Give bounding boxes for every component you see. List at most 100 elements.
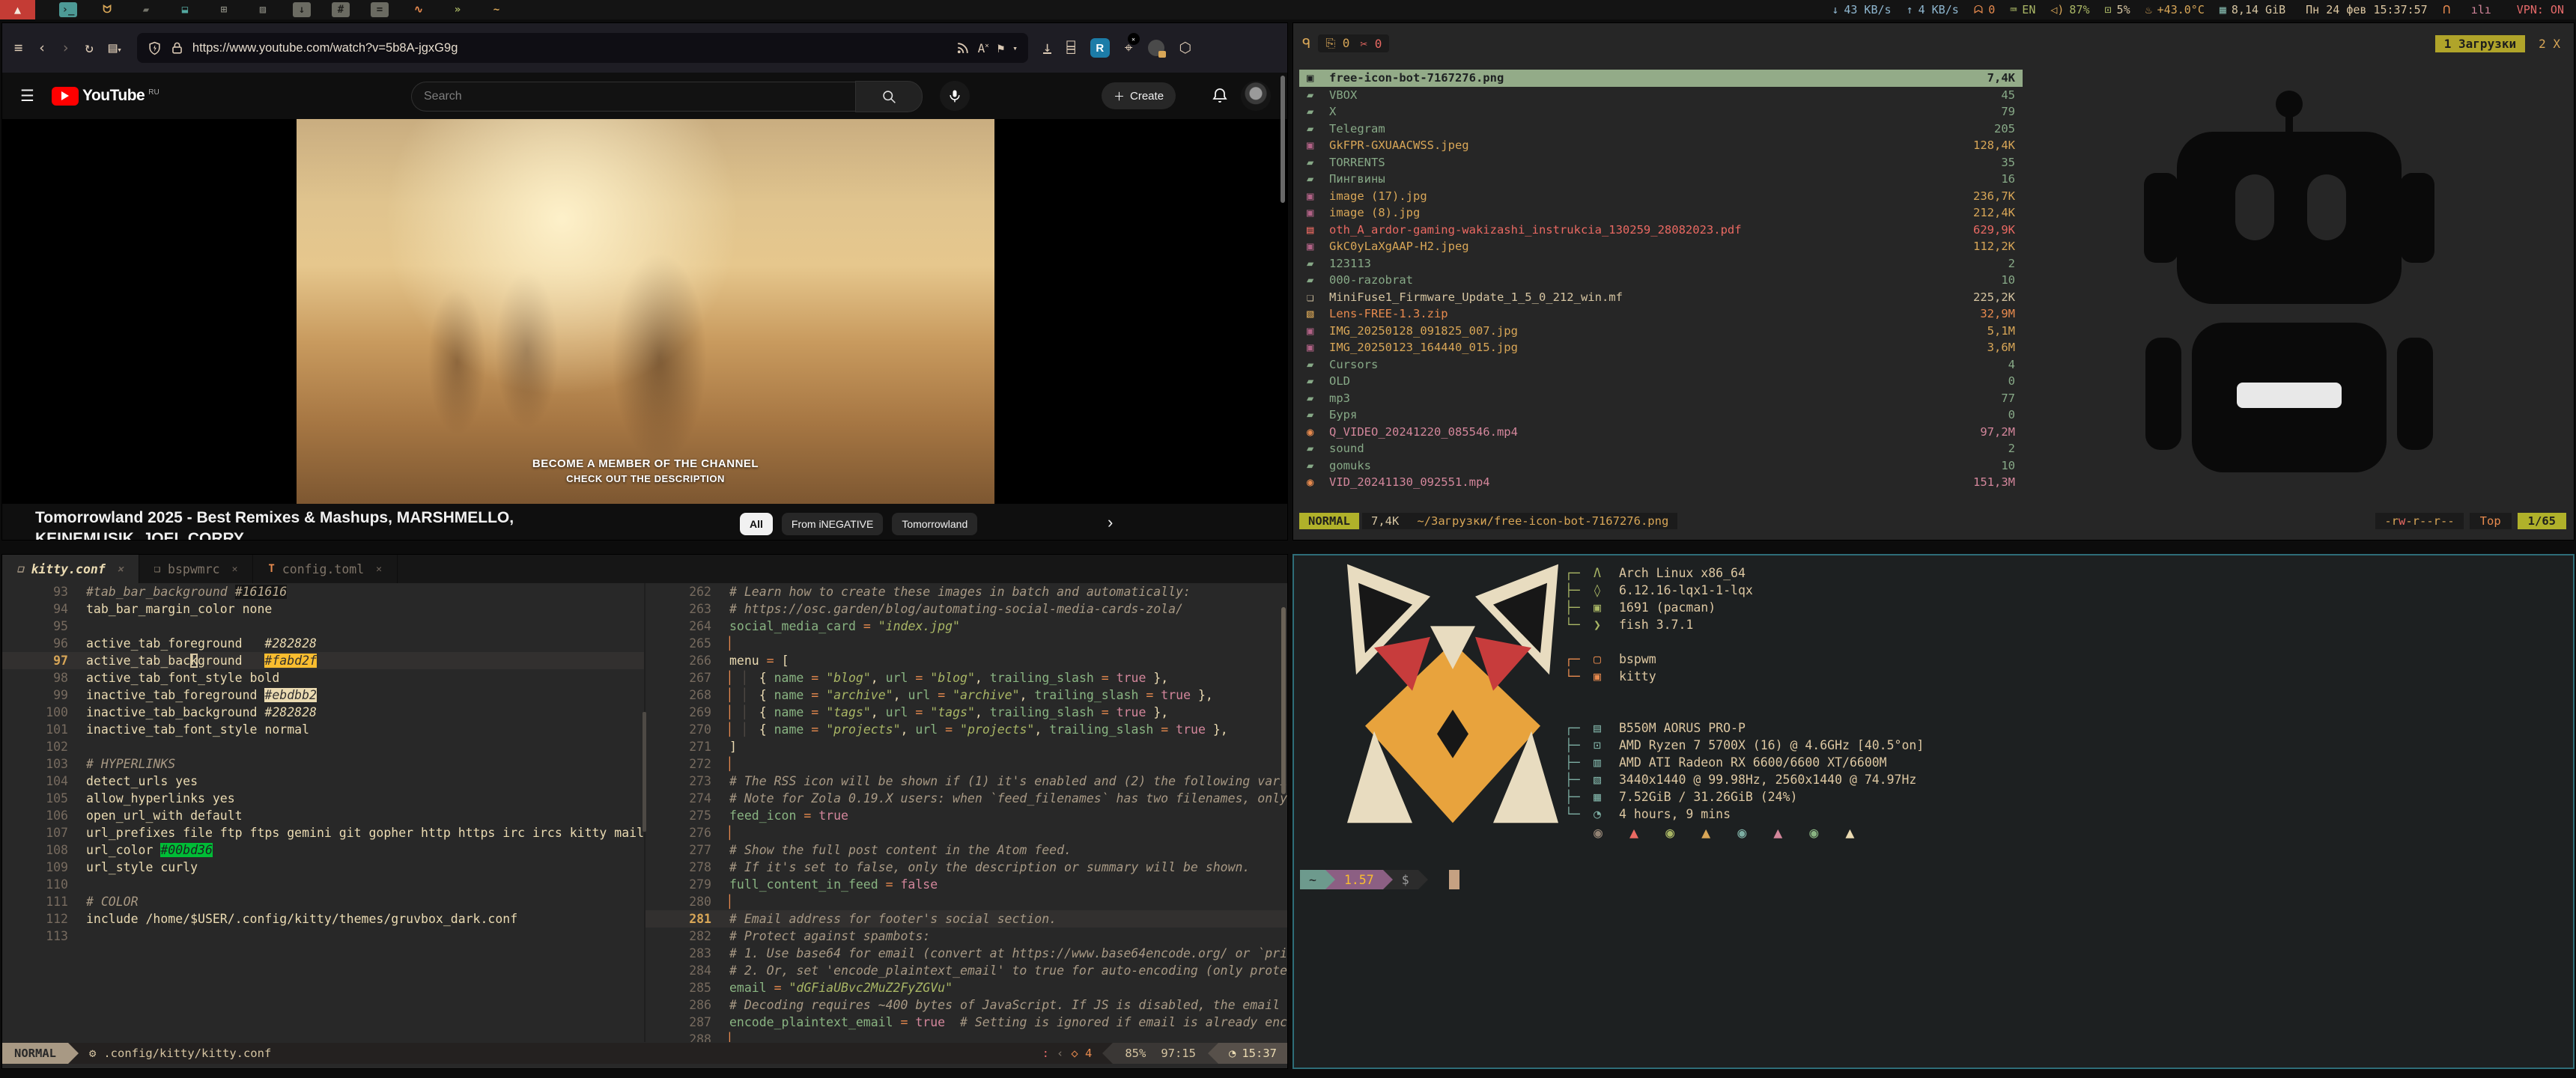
fetch-line-icon: ❯	[1594, 616, 1619, 633]
search-button[interactable]	[855, 81, 923, 112]
extension-r-icon[interactable]: R	[1090, 38, 1110, 58]
close-icon[interactable]: ✕	[232, 564, 238, 575]
rss-icon[interactable]	[956, 41, 970, 55]
voice-search-button[interactable]	[940, 81, 970, 111]
prompt-separator	[1418, 870, 1428, 889]
close-icon[interactable]: ✕	[118, 564, 124, 575]
filter-chip[interactable]: Tomorrowland	[892, 513, 977, 535]
left-pane-scrollbar[interactable]	[643, 712, 646, 832]
code-segment: {	[759, 705, 774, 719]
fm-tab-inactive[interactable]: 2 X	[2533, 35, 2566, 52]
screenshot-extension-icon[interactable]: ⌖	[1125, 40, 1133, 56]
file-row[interactable]: ▰ Cursors 4	[1299, 356, 2023, 374]
fetch-line: ┌─ ▤ B550M AORUS PRO-P	[1565, 719, 1924, 737]
lock-icon[interactable]	[170, 41, 184, 55]
editor-pane-right[interactable]: 262# Learn how to create these images in…	[644, 583, 1287, 1042]
downloads-icon[interactable]: ↓	[1043, 42, 1051, 54]
file-type-icon: ▰	[1307, 442, 1329, 455]
filter-chip[interactable]: All	[740, 513, 773, 535]
workspace-icon[interactable]: ⊞	[215, 2, 233, 17]
line-number: 263	[645, 600, 729, 618]
file-row[interactable]: ▤ oth_A_ardor-gaming-wakizashi_instrukci…	[1299, 222, 2023, 239]
file-row[interactable]: ▣ image (8).jpg 212,4K	[1299, 204, 2023, 222]
editor-tab[interactable]: ❏ bspwmrc ✕	[139, 555, 254, 583]
forward-icon[interactable]: ›	[61, 40, 70, 56]
search-input[interactable]	[411, 82, 855, 112]
close-icon[interactable]: ✕	[376, 564, 382, 575]
file-row[interactable]: ◉ VID_20241130_092551.mp4 151,3M	[1299, 474, 2023, 491]
file-name: image (17).jpg	[1329, 189, 1427, 203]
workspace-icon[interactable]: ▨	[254, 2, 272, 17]
create-button[interactable]: ＋ Create	[1102, 82, 1176, 109]
workspace-icon[interactable]: ›_	[59, 2, 77, 17]
file-row[interactable]: ▰ sound 2	[1299, 440, 2023, 457]
right-pane-scrollbar[interactable]	[1281, 607, 1286, 794]
file-row[interactable]: ▰ OLD 0	[1299, 373, 2023, 390]
file-row[interactable]: ▣ image (17).jpg 236,7K	[1299, 188, 2023, 205]
editor-pane-left[interactable]: 93#tab_bar_background #161616 94tab_bar_…	[2, 583, 644, 1042]
file-row[interactable]: ▰ 123113 2	[1299, 255, 2023, 272]
reading-list-icon[interactable]: ⌸	[1066, 40, 1075, 56]
code-segment: # If it's set to false, only the descrip…	[729, 860, 1250, 874]
workspace-icon[interactable]: #	[332, 2, 350, 17]
file-size: 32,9M	[1980, 307, 2015, 320]
notifications-bell-icon[interactable]	[1211, 87, 1229, 109]
file-row[interactable]: ▣ IMG_20250123_164440_015.jpg 3,6M	[1299, 339, 2023, 356]
reload-icon[interactable]: ↻	[85, 40, 93, 56]
file-row[interactable]: ▣ GkC0yLaXgAAP-H2.jpeg 112,2K	[1299, 238, 2023, 255]
back-icon[interactable]: ‹	[37, 40, 46, 56]
url-text[interactable]: https://www.youtube.com/watch?v=5b8A-jgx…	[192, 41, 947, 55]
workspace-icon[interactable]: ⬓	[176, 2, 194, 17]
fm-tab-active[interactable]: 1 Загрузки	[2435, 35, 2525, 52]
arch-launcher-icon[interactable]: ▲	[0, 0, 35, 19]
file-row[interactable]: ▧ Lens-FREE-1.3.zip 32,9M	[1299, 305, 2023, 323]
extensions-puzzle-icon[interactable]: ⬡	[1179, 40, 1192, 56]
file-row[interactable]: ▣ IMG_20250128_091825_007.jpg 5,1M	[1299, 323, 2023, 340]
file-name: VID_20241130_092551.mp4	[1329, 475, 1490, 489]
workspace-icon[interactable]: ᗢ	[98, 2, 116, 17]
file-size: 112,2K	[1973, 240, 2015, 253]
file-row[interactable]: ❏ MiniFuse1_Firmware_Update_1_5_0_212_wi…	[1299, 289, 2023, 306]
workspace-icon[interactable]: ▰	[137, 2, 155, 17]
browser-menu-icon[interactable]: ≡	[14, 40, 22, 56]
video-player[interactable]: BECOME A MEMBER OF THE CHANNEL CHECK OUT…	[2, 119, 1287, 504]
file-row[interactable]: ▰ Пингвины 16	[1299, 171, 2023, 188]
workspace-icon[interactable]: =	[371, 2, 389, 17]
shell-prompt[interactable]: ~ 1.57 $	[1300, 870, 1459, 889]
youtube-menu-icon[interactable]: ☰	[20, 87, 34, 106]
video-frame[interactable]: BECOME A MEMBER OF THE CHANNEL CHECK OUT…	[297, 119, 994, 504]
workspace-icon[interactable]: ↓	[293, 2, 311, 17]
file-row[interactable]: ▰ TORRENTS 35	[1299, 154, 2023, 171]
urlbar-dropdown-icon[interactable]: ▾	[1012, 43, 1018, 53]
file-row[interactable]: ▰ X 79	[1299, 103, 2023, 121]
editor-tab[interactable]: ❏ kitty.conf ✕	[2, 555, 139, 583]
file-row[interactable]: ▣ GkFPR-GXUAACWSS.jpeg 128,4K	[1299, 137, 2023, 154]
chips-more-icon[interactable]: ›	[1108, 513, 1113, 532]
workspace-icon[interactable]: ∿	[410, 2, 428, 17]
filter-chip[interactable]: From iNEGATIVE	[782, 513, 883, 535]
fetch-line: ├─ ▧ 3440x1440 @ 99.98Hz, 2560x1440 @ 74…	[1565, 771, 1924, 788]
terminal-window[interactable]: ┌─ Λ Arch Linux x86_64 ├─ ◊ 6.12.16-lqx1…	[1292, 554, 2575, 1069]
shield-icon[interactable]	[148, 41, 162, 55]
reader-mode-icon[interactable]: ▤▾	[109, 40, 122, 56]
file-row[interactable]: ▣ free-icon-bot-7167276.png 7,4K	[1299, 70, 2023, 87]
file-row[interactable]: ▰ Буря 0	[1299, 406, 2023, 424]
editor-tab[interactable]: T config.toml ✕	[253, 555, 398, 583]
bookmark-icon[interactable]: ⚑	[997, 41, 1005, 55]
code-line: 94tab_bar_margin_color none	[2, 600, 644, 618]
workspace-icon[interactable]: ~	[487, 2, 505, 17]
file-row[interactable]: ▰ mp3 77	[1299, 390, 2023, 407]
workspace-icon[interactable]: »	[449, 2, 467, 17]
file-row[interactable]: ▰ 000-razobrat 10	[1299, 272, 2023, 289]
private-globe-icon[interactable]	[1148, 40, 1164, 56]
file-row[interactable]: ▰ VBOX 45	[1299, 87, 2023, 104]
code-segment: true	[1117, 705, 1146, 719]
file-row[interactable]: ▰ gomuks 10	[1299, 457, 2023, 475]
translate-icon[interactable]: A✕	[978, 41, 989, 55]
youtube-logo[interactable]: YouTube RU	[52, 87, 160, 106]
browser-scrollbar[interactable]	[1281, 76, 1285, 203]
url-bar[interactable]: https://www.youtube.com/watch?v=5b8A-jgx…	[137, 33, 1028, 63]
file-row[interactable]: ▰ Telegram 205	[1299, 121, 2023, 138]
profile-avatar[interactable]	[1241, 81, 1271, 111]
file-row[interactable]: ◉ Q_VIDEO_20241220_085546.mp4 97,2M	[1299, 424, 2023, 441]
